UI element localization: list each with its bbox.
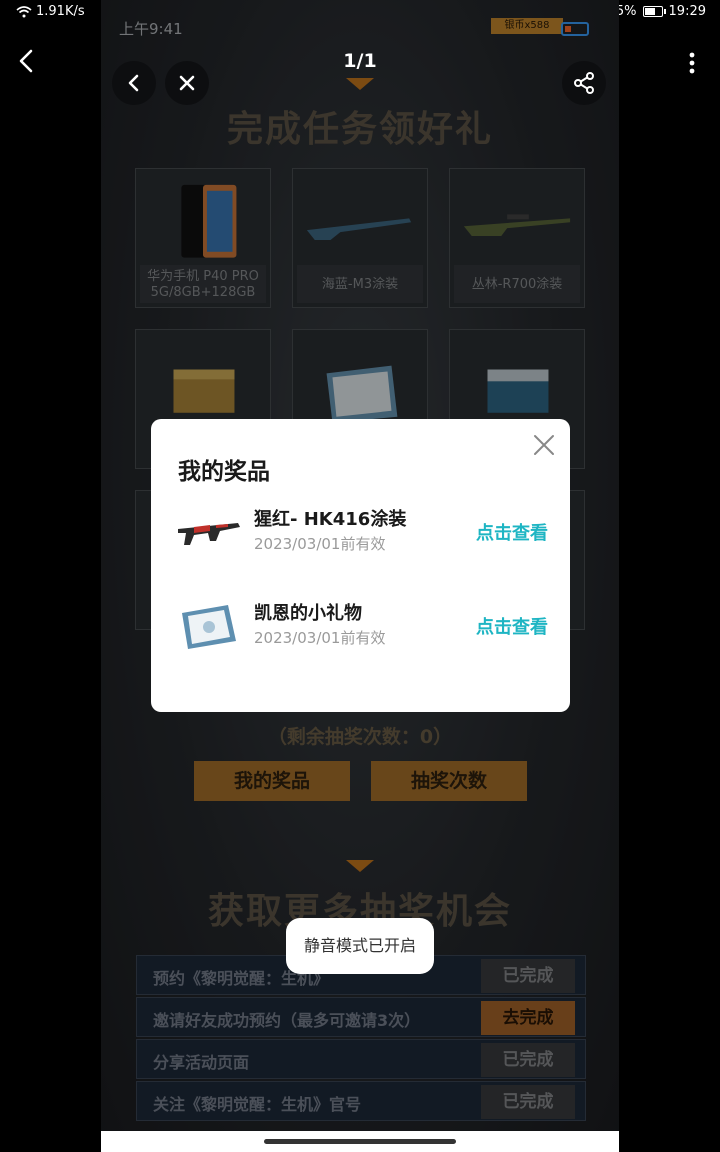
dialog-title: 我的奖品 xyxy=(178,459,270,485)
close-icon xyxy=(179,75,195,91)
back-icon[interactable] xyxy=(14,48,40,74)
inner-back-button[interactable] xyxy=(112,61,156,105)
prize-name: 猩红- HK416涂装 xyxy=(254,509,407,530)
status-right: 65% 19:29 xyxy=(608,4,706,19)
battery-fill xyxy=(644,8,655,15)
page-indicator: 1/1 xyxy=(343,50,377,72)
network-speed: 1.91K/s xyxy=(36,4,85,19)
prize-item: 凯恩的小礼物 2023/03/01前有效 点击查看 xyxy=(176,599,548,659)
share-icon xyxy=(574,72,594,94)
view-prize-link[interactable]: 点击查看 xyxy=(476,519,548,545)
home-indicator[interactable] xyxy=(264,1139,456,1144)
my-prizes-dialog: 我的奖品 猩红- HK416涂装 2023/03/01前有效 点击查看 凯恩的小… xyxy=(151,419,570,712)
toast-message: 静音模式已开启 xyxy=(286,918,434,974)
gift-card-image xyxy=(182,605,236,649)
prize-name: 凯恩的小礼物 xyxy=(254,603,362,624)
view-prize-link[interactable]: 点击查看 xyxy=(476,613,548,639)
hk416-rifle-image xyxy=(178,523,240,545)
prize-validity: 2023/03/01前有效 xyxy=(254,535,386,553)
prize-item: 猩红- HK416涂装 2023/03/01前有效 点击查看 xyxy=(176,505,548,565)
clock: 19:29 xyxy=(668,4,706,19)
status-left: 1.91K/s xyxy=(16,4,85,19)
wifi-icon xyxy=(16,5,32,17)
inner-close-button[interactable] xyxy=(165,61,209,105)
more-icon[interactable] xyxy=(688,52,696,74)
close-icon[interactable] xyxy=(532,433,556,457)
back-icon xyxy=(128,74,139,92)
battery-icon xyxy=(642,6,666,17)
share-button[interactable] xyxy=(562,61,606,105)
prize-validity: 2023/03/01前有效 xyxy=(254,629,386,647)
gesture-bar xyxy=(101,1131,619,1152)
